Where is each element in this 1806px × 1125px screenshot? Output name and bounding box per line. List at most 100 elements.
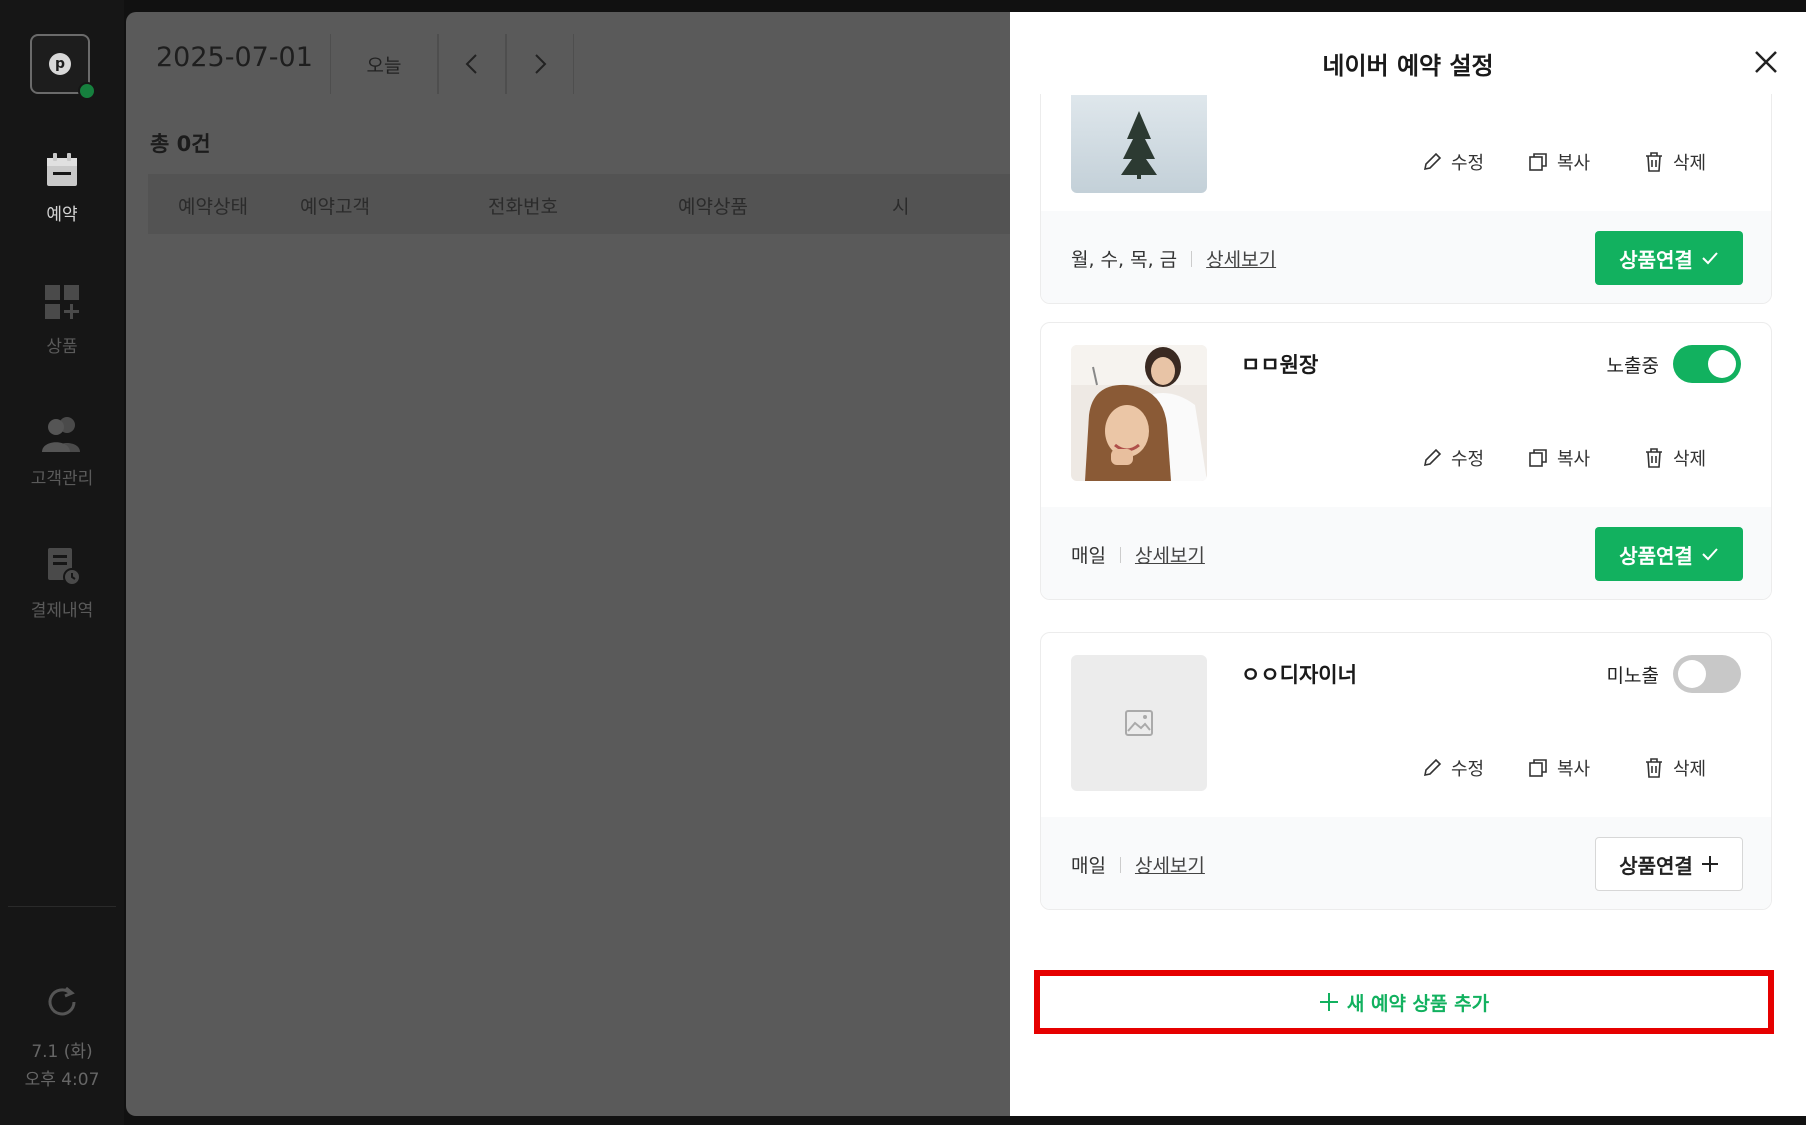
receipt-clock-icon bbox=[48, 548, 81, 586]
copy-icon bbox=[1529, 153, 1547, 171]
schedule-info: 매일 상세보기 bbox=[1071, 851, 1205, 878]
copy-icon bbox=[1529, 449, 1547, 467]
pencil-icon bbox=[1423, 758, 1442, 777]
selected-date: 2025-07-01 bbox=[156, 42, 313, 73]
sidebar-item-payments[interactable]: 결제내역 bbox=[0, 546, 124, 621]
card-footer: 매일 상세보기 상품연결 bbox=[1041, 817, 1771, 909]
users-icon bbox=[42, 417, 80, 452]
sidebar-item-label: 예약 bbox=[46, 205, 78, 225]
edit-label: 수정 bbox=[1451, 153, 1485, 174]
pencil-icon bbox=[1423, 448, 1442, 467]
plus-icon bbox=[1701, 856, 1718, 872]
online-status-dot bbox=[78, 82, 96, 100]
product-thumbnail bbox=[1071, 345, 1207, 481]
product-name: ㅇㅇ디자이너 bbox=[1241, 663, 1357, 687]
visibility-toggle[interactable] bbox=[1673, 345, 1741, 383]
sidebar-item-label: 상품 bbox=[46, 337, 78, 357]
toggle-knob bbox=[1708, 350, 1736, 378]
copy-button[interactable]: 복사 bbox=[1527, 445, 1590, 471]
column-header: 시 bbox=[892, 196, 910, 218]
separator bbox=[1191, 250, 1193, 267]
prev-date-button[interactable] bbox=[438, 34, 506, 94]
trash-icon bbox=[1646, 152, 1662, 172]
sidebar-divider bbox=[8, 906, 116, 907]
add-new-booking-product-button[interactable]: 새 예약 상품 추가 bbox=[1034, 970, 1774, 1034]
detail-link[interactable]: 상세보기 bbox=[1135, 851, 1205, 878]
product-link-label: 상품연결 bbox=[1619, 543, 1693, 568]
edit-label: 수정 bbox=[1451, 449, 1485, 470]
column-header: 전화번호 bbox=[488, 196, 558, 218]
image-placeholder-icon bbox=[1125, 710, 1153, 736]
delete-button[interactable]: 삭제 bbox=[1643, 445, 1706, 471]
sidebar-item-label: 결제내역 bbox=[30, 601, 94, 621]
product-list[interactable]: 수정 복사 삭제 월, 수, 목, 금 상세보기 상품연결 ㅁㅁ원장 노출중 수… bbox=[1010, 94, 1806, 1116]
column-header: 예약고객 bbox=[300, 196, 370, 218]
plus-icon bbox=[1319, 993, 1338, 1011]
edit-button[interactable]: 수정 bbox=[1421, 445, 1484, 471]
current-date: 7.1 (화) bbox=[31, 1042, 93, 1062]
card-footer: 월, 수, 목, 금 상세보기 상품연결 bbox=[1041, 211, 1771, 303]
schedule-days: 매일 bbox=[1071, 545, 1106, 567]
logo-letter: p bbox=[49, 53, 71, 75]
panel-title: 네이버 예약 설정 bbox=[1322, 52, 1494, 80]
check-icon bbox=[1702, 548, 1718, 561]
copy-button[interactable]: 복사 bbox=[1527, 149, 1590, 175]
product-link-label: 상품연결 bbox=[1619, 853, 1693, 878]
grid-plus-icon bbox=[45, 285, 79, 319]
card-footer: 매일 상세보기 상품연결 bbox=[1041, 507, 1771, 599]
sidebar-item-customers[interactable]: 고객관리 bbox=[0, 414, 124, 489]
pencil-icon bbox=[1423, 152, 1442, 171]
today-button[interactable]: 오늘 bbox=[330, 34, 438, 94]
product-link-button[interactable]: 상품연결 bbox=[1595, 837, 1743, 891]
chevron-left-icon bbox=[465, 54, 477, 74]
product-thumbnail bbox=[1071, 95, 1207, 193]
add-product-label: 새 예약 상품 추가 bbox=[1346, 992, 1490, 1015]
product-link-button[interactable]: 상품연결 bbox=[1595, 527, 1743, 581]
schedule-days: 월, 수, 목, 금 bbox=[1071, 249, 1178, 271]
column-header: 예약상태 bbox=[178, 196, 248, 218]
product-name: ㅁㅁ원장 bbox=[1241, 353, 1319, 377]
chevron-right-icon bbox=[535, 54, 547, 74]
product-card: 수정 복사 삭제 월, 수, 목, 금 상세보기 상품연결 bbox=[1040, 94, 1772, 304]
schedule-info: 월, 수, 목, 금 상세보기 bbox=[1071, 245, 1276, 272]
product-thumbnail-placeholder bbox=[1071, 655, 1207, 791]
detail-link[interactable]: 상세보기 bbox=[1135, 541, 1205, 568]
naver-booking-settings-panel: 네이버 예약 설정 수정 복사 삭제 월, 수, 목, 금 상세보기 상품연결 … bbox=[1010, 12, 1806, 1116]
delete-button[interactable]: 삭제 bbox=[1643, 149, 1706, 175]
check-icon bbox=[1702, 252, 1718, 265]
copy-icon bbox=[1529, 759, 1547, 777]
schedule-days: 매일 bbox=[1071, 855, 1106, 877]
copy-button[interactable]: 복사 bbox=[1527, 755, 1590, 781]
refresh-icon[interactable] bbox=[40, 980, 84, 1024]
copy-label: 복사 bbox=[1557, 449, 1591, 470]
product-card: ㅁㅁ원장 노출중 수정 복사 삭제 매일 상세보기 상품연결 bbox=[1040, 322, 1772, 600]
total-count: 총 0건 bbox=[150, 132, 211, 156]
calendar-icon bbox=[47, 153, 77, 186]
tree-image bbox=[1071, 95, 1207, 193]
sidebar-item-products[interactable]: 상품 bbox=[0, 282, 124, 357]
next-date-button[interactable] bbox=[506, 34, 574, 94]
visibility-toggle[interactable] bbox=[1673, 655, 1741, 693]
visibility-status: 노출중 bbox=[1606, 355, 1659, 377]
product-link-button[interactable]: 상품연결 bbox=[1595, 231, 1743, 285]
table-header: 예약상태 예약고객 전화번호 예약상품 시 bbox=[148, 174, 1048, 234]
separator bbox=[1119, 856, 1121, 873]
trash-icon bbox=[1646, 448, 1662, 468]
close-icon[interactable] bbox=[1750, 46, 1782, 78]
sidebar-item-label: 고객관리 bbox=[30, 469, 94, 489]
edit-button[interactable]: 수정 bbox=[1421, 149, 1484, 175]
current-time: 오후 4:07 bbox=[24, 1070, 100, 1090]
trash-icon bbox=[1646, 758, 1662, 778]
delete-button[interactable]: 삭제 bbox=[1643, 755, 1706, 781]
sidebar-item-reservation[interactable]: 예약 bbox=[0, 150, 124, 225]
toggle-knob bbox=[1678, 660, 1706, 688]
app-logo[interactable]: p bbox=[30, 34, 96, 100]
edit-button[interactable]: 수정 bbox=[1421, 755, 1484, 781]
delete-label: 삭제 bbox=[1673, 449, 1707, 470]
schedule-info: 매일 상세보기 bbox=[1071, 541, 1205, 568]
current-datetime: 7.1 (화) 오후 4:07 bbox=[0, 1038, 124, 1094]
copy-label: 복사 bbox=[1557, 759, 1591, 780]
delete-label: 삭제 bbox=[1673, 759, 1707, 780]
detail-link[interactable]: 상세보기 bbox=[1206, 245, 1276, 272]
app-root: p 예약 상품 고객관리 결제내역 7.1 (화) 오후 4:07 2025-0… bbox=[0, 0, 1806, 1125]
